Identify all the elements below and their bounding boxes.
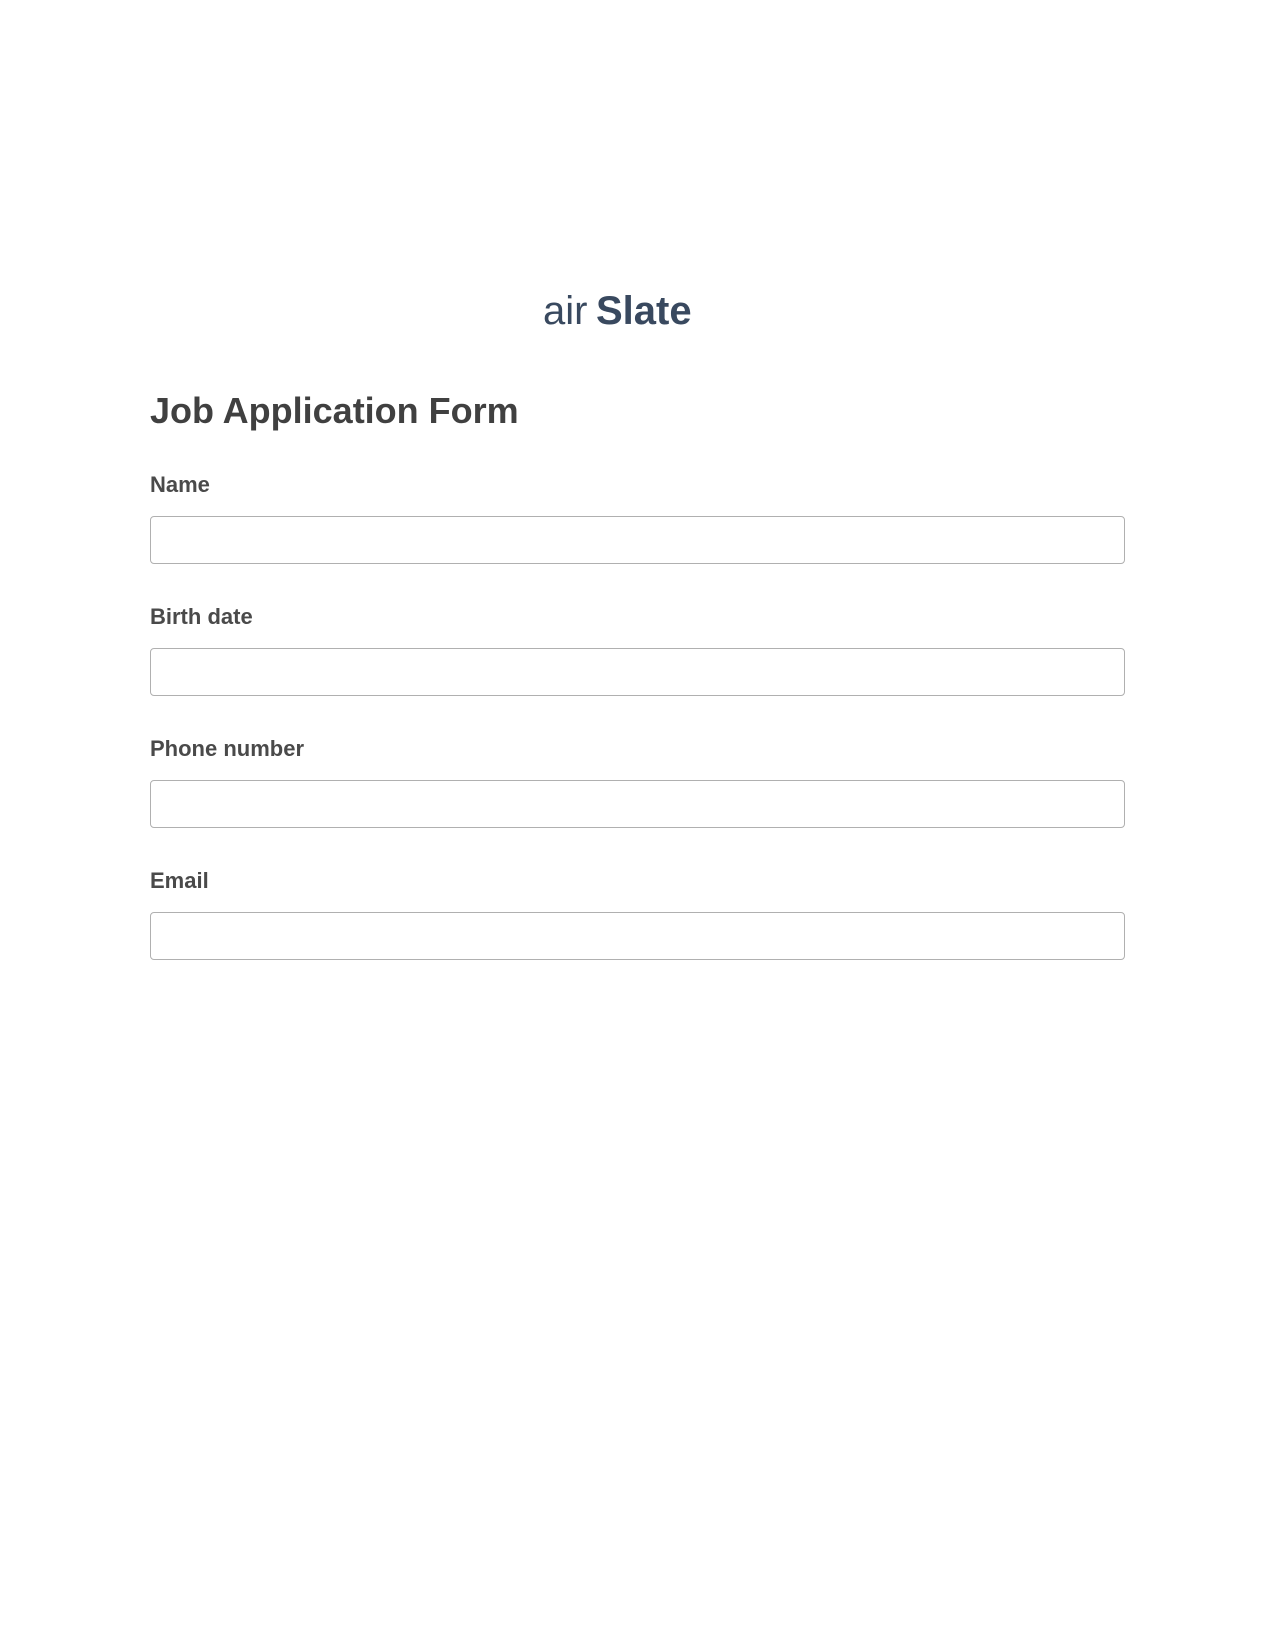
email-label: Email: [150, 868, 1125, 894]
name-input[interactable]: [150, 516, 1125, 564]
email-input[interactable]: [150, 912, 1125, 960]
form-content: Job Application Form Name Birth date Pho…: [0, 390, 1275, 960]
airslate-logo: air Slate: [543, 290, 733, 340]
birthdate-label: Birth date: [150, 604, 1125, 630]
field-group-phone: Phone number: [150, 736, 1125, 828]
birthdate-input[interactable]: [150, 648, 1125, 696]
phone-label: Phone number: [150, 736, 1125, 762]
field-group-email: Email: [150, 868, 1125, 960]
phone-input[interactable]: [150, 780, 1125, 828]
svg-text:Slate: Slate: [596, 290, 692, 333]
field-group-birthdate: Birth date: [150, 604, 1125, 696]
form-title: Job Application Form: [150, 390, 1125, 432]
logo-wrapper: air Slate: [0, 290, 1275, 340]
name-label: Name: [150, 472, 1125, 498]
page-container: air Slate Job Application Form Name Birt…: [0, 0, 1275, 960]
field-group-name: Name: [150, 472, 1125, 564]
svg-text:air: air: [543, 290, 587, 333]
